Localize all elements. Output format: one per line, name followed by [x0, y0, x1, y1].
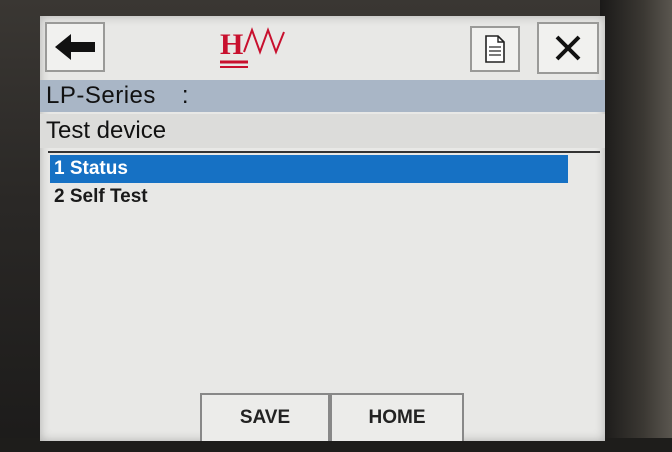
back-button[interactable]	[45, 22, 105, 72]
menu-list: 1 Status 2 Self Test	[50, 155, 568, 211]
document-button[interactable]	[470, 26, 520, 72]
close-button[interactable]	[537, 22, 599, 74]
svg-text:H: H	[220, 28, 243, 61]
device-bezel	[600, 0, 672, 452]
page-subtitle: Test device	[46, 117, 167, 144]
title-separator: :	[181, 82, 189, 109]
menu-item-self-test[interactable]: 2 Self Test	[50, 183, 568, 211]
page-title: LP-Series	[46, 82, 156, 109]
home-button[interactable]: HOME	[330, 393, 464, 441]
document-icon	[485, 35, 505, 63]
menu-item-status[interactable]: 1 Status	[50, 155, 568, 183]
device-screen: H LP-Series : Test device 1 Status 2 Sel…	[40, 16, 605, 441]
close-icon	[555, 35, 581, 61]
subtitle-bar: Test device	[40, 114, 605, 148]
arrow-left-icon	[55, 34, 95, 60]
title-bar: LP-Series :	[40, 80, 605, 112]
logo: H	[218, 24, 298, 72]
divider	[48, 151, 600, 153]
save-button[interactable]: SAVE	[200, 393, 330, 441]
top-toolbar: H	[40, 16, 605, 80]
